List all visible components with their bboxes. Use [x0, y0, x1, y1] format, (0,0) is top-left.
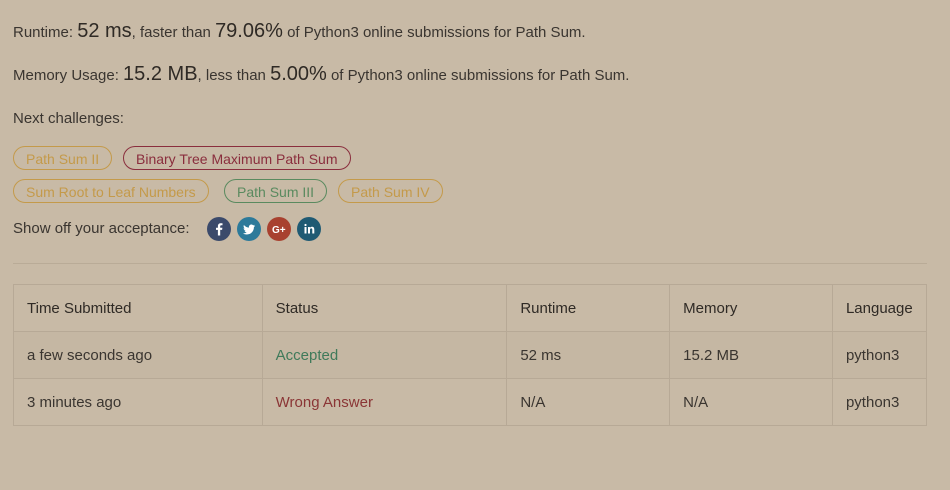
memory-percentile: 5.00%	[270, 63, 327, 85]
table-row: a few seconds ago Accepted 52 ms 15.2 MB…	[13, 331, 928, 379]
google-plus-icon[interactable]: G+	[267, 217, 291, 241]
challenge-path-sum-iv-link[interactable]: Path Sum IV	[338, 179, 443, 203]
facebook-icon[interactable]	[207, 217, 231, 241]
next-challenges-label: Next challenges:	[13, 110, 124, 127]
cell-time: a few seconds ago	[13, 331, 263, 379]
runtime-label: Runtime:	[13, 24, 74, 41]
header-runtime[interactable]: Runtime	[506, 284, 671, 332]
twitter-glyph	[243, 224, 255, 235]
submissions-table: Time Submitted Status Runtime Memory Lan…	[13, 284, 928, 426]
linkedin-icon[interactable]	[297, 217, 321, 241]
header-status[interactable]: Status	[261, 284, 508, 332]
share-label: Show off your acceptance:	[13, 220, 190, 237]
cell-runtime: 52 ms	[506, 331, 671, 379]
cell-language: python3	[831, 378, 928, 426]
google-plus-glyph: G+	[272, 225, 286, 236]
table-row: 3 minutes ago Wrong Answer N/A N/A pytho…	[13, 378, 928, 426]
memory-value: 15.2 MB	[123, 63, 198, 85]
challenge-path-sum-iii-link[interactable]: Path Sum III	[224, 179, 328, 203]
cell-memory: 15.2 MB	[669, 331, 833, 379]
memory-stat: Memory Usage: 15.2 MB, less than 5.00% o…	[13, 63, 629, 86]
runtime-stat: Runtime: 52 ms, faster than 79.06% of Py…	[13, 20, 586, 43]
header-memory[interactable]: Memory	[669, 284, 833, 332]
cell-language: python3	[831, 331, 928, 379]
svg-text:G+: G+	[272, 225, 286, 236]
twitter-icon[interactable]	[237, 217, 261, 241]
runtime-mid-text: , faster than	[131, 24, 211, 41]
challenge-sum-root-to-leaf-link[interactable]: Sum Root to Leaf Numbers	[13, 179, 209, 203]
runtime-value: 52 ms	[77, 20, 132, 42]
memory-mid-text: , less than	[197, 67, 266, 84]
cell-runtime: N/A	[506, 378, 671, 426]
table-header-row: Time Submitted Status Runtime Memory Lan…	[13, 284, 928, 332]
memory-label: Memory Usage:	[13, 67, 119, 84]
cell-memory: N/A	[669, 378, 833, 426]
section-divider	[13, 263, 927, 264]
runtime-suffix: of Python3 online submissions for Path S…	[287, 24, 586, 41]
facebook-glyph	[216, 223, 223, 236]
challenge-path-sum-ii-link[interactable]: Path Sum II	[13, 146, 113, 170]
runtime-percentile: 79.06%	[215, 20, 283, 42]
cell-status: Wrong Answer	[261, 378, 508, 426]
status-link-accepted[interactable]: Accepted	[276, 347, 339, 364]
linkedin-glyph	[304, 223, 315, 234]
status-link-wrong-answer[interactable]: Wrong Answer	[276, 394, 373, 411]
header-language[interactable]: Language	[831, 284, 928, 332]
memory-suffix: of Python3 online submissions for Path S…	[330, 67, 630, 84]
challenge-binary-tree-max-path-sum-link[interactable]: Binary Tree Maximum Path Sum	[123, 146, 351, 170]
cell-time: 3 minutes ago	[13, 378, 263, 426]
header-time-submitted[interactable]: Time Submitted	[13, 284, 263, 332]
cell-status: Accepted	[261, 331, 508, 379]
